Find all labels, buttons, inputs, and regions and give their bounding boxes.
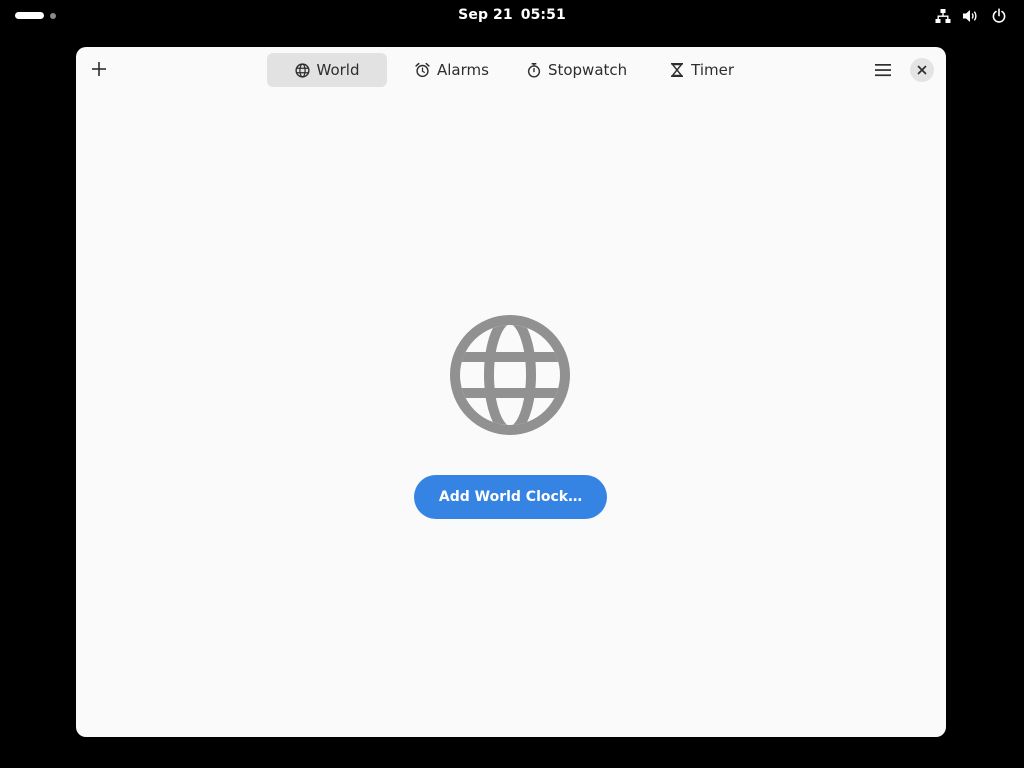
network-wired-icon[interactable] [934, 7, 952, 25]
clock-date: Sep 21 [458, 7, 513, 23]
tab-alarms[interactable]: Alarms [407, 53, 497, 87]
clock-time: 05:51 [520, 7, 566, 23]
tab-stopwatch-label: Stopwatch [547, 61, 628, 79]
power-icon[interactable] [990, 7, 1008, 25]
tab-alarms-label: Alarms [437, 61, 489, 79]
clocks-window: World Alarms Stopwatch Timer Add World C… [76, 47, 946, 737]
stopwatch-icon [527, 62, 541, 78]
add-world-clock-cta-button[interactable]: Add World Clock… [414, 475, 607, 519]
header-bar: World Alarms Stopwatch Timer [76, 47, 946, 93]
tab-world-label: World [316, 61, 360, 79]
hourglass-icon [670, 62, 684, 78]
clock-menu[interactable]: Sep 21 05:51 [0, 7, 1024, 23]
add-world-clock-button[interactable] [86, 55, 112, 83]
hamburger-menu-icon [875, 64, 891, 77]
volume-icon[interactable] [961, 7, 979, 25]
globe-icon [294, 62, 310, 78]
alarm-icon [415, 62, 430, 78]
tab-timer[interactable]: Timer [662, 53, 742, 87]
main-menu-button[interactable] [868, 55, 898, 85]
close-window-button[interactable] [910, 58, 934, 82]
tab-world[interactable]: World [267, 53, 387, 87]
add-icon [92, 62, 106, 76]
close-icon [917, 65, 927, 75]
tab-stopwatch[interactable]: Stopwatch [519, 53, 635, 87]
tab-timer-label: Timer [691, 61, 735, 79]
globe-icon [450, 315, 570, 435]
top-bar: Sep 21 05:51 [0, 0, 1024, 32]
view-switcher: World Alarms Stopwatch Timer [267, 53, 742, 87]
